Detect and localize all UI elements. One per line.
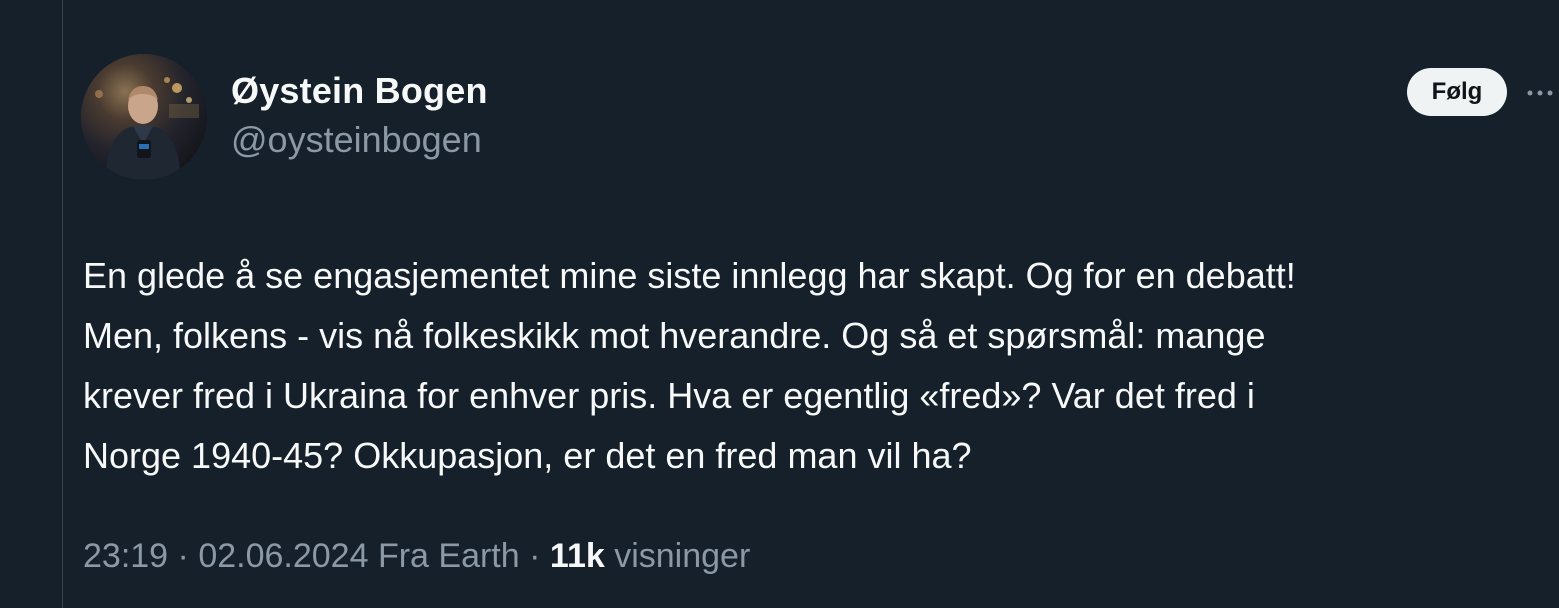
- author-handle[interactable]: @oysteinbogen: [231, 119, 482, 161]
- tweet-date[interactable]: 02.06.2024: [198, 537, 368, 575]
- tweet-text: En glede å se engasjementet mine siste i…: [83, 246, 1523, 486]
- follow-button[interactable]: Følg: [1407, 68, 1507, 116]
- tweet-text-line: krever fred i Ukraina for enhver pris. H…: [83, 375, 1255, 416]
- avatar-image: [81, 54, 207, 180]
- meta-separator: ·: [177, 537, 189, 575]
- tweet-text-line: En glede å se engasjementet mine siste i…: [83, 255, 1296, 296]
- views-label: visninger: [614, 537, 751, 575]
- tweet-meta: 23:19 · 02.06.2024 Fra Earth · 11k visni…: [83, 537, 750, 576]
- avatar[interactable]: [81, 54, 207, 180]
- views-count[interactable]: 11k: [550, 537, 605, 575]
- timeline-border: [62, 0, 63, 608]
- more-horizontal-icon[interactable]: [1525, 76, 1559, 110]
- tweet-text-line: Men, folkens - vis nå folkeskikk mot hve…: [83, 315, 1266, 356]
- author-display-name[interactable]: Øystein Bogen: [231, 70, 488, 112]
- meta-separator: ·: [529, 537, 541, 575]
- tweet-source: Fra Earth: [377, 537, 520, 575]
- tweet-text-line: Norge 1940-45? Okkupasjon, er det en fre…: [83, 435, 972, 476]
- tweet-time[interactable]: 23:19: [83, 537, 168, 575]
